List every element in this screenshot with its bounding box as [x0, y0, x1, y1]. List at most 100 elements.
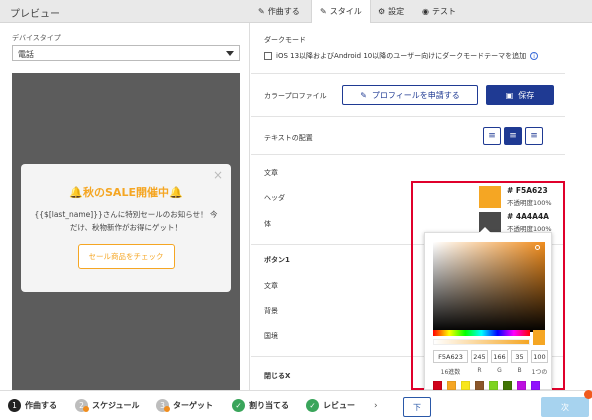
device-type-value: 電話	[18, 50, 34, 59]
step-label: スケジュール	[92, 401, 140, 410]
palette-swatch[interactable]	[461, 381, 470, 390]
button-border-label: 国境	[264, 332, 278, 340]
info-icon[interactable]: i	[530, 52, 539, 60]
popup-body: {{$[last_name]}}さんに特別セールのお知らせ！ 今だけ、秋物新作が…	[34, 210, 218, 232]
tab-test[interactable]: ◉ テスト	[414, 0, 464, 23]
pencil-icon: ✎	[320, 7, 327, 16]
step-target[interactable]: 3 ターゲット	[156, 399, 213, 412]
warning-icon	[164, 406, 170, 412]
palette-swatch[interactable]	[433, 381, 442, 390]
palette-swatch[interactable]	[489, 381, 498, 390]
device-type-label: デバイスタイプ	[12, 34, 61, 42]
button-label: 保存	[518, 90, 535, 100]
check-icon: ✓	[232, 399, 245, 412]
tab-label: 設定	[388, 7, 405, 16]
a-label: 1つの	[531, 369, 548, 376]
top-bar: プレビュー ✎ 作曲する ✎ スタイル ⚙ 設定 ◉ テスト	[0, 0, 592, 23]
palette-swatch[interactable]	[517, 381, 526, 390]
warning-icon	[83, 406, 89, 412]
tab-label: 作曲する	[267, 7, 300, 16]
next-button[interactable]: 次	[541, 390, 592, 417]
picker-arrow	[479, 227, 491, 233]
step-label: 割り当てる	[249, 401, 289, 410]
text-alignment-label: テキストの配置	[264, 134, 313, 142]
color-preview-chip	[533, 330, 545, 345]
dark-mode-checkbox-label: iOS 13以降およびAndroid 10以降のユーザー向けにダークモードテーマ…	[276, 52, 527, 60]
g-input[interactable]: 166	[491, 350, 508, 363]
r-input[interactable]: 245	[471, 350, 488, 363]
tab-label: スタイル	[329, 7, 362, 16]
pencil-icon: ✎	[258, 7, 265, 16]
text-section-label: 文章	[264, 169, 278, 177]
close-icon[interactable]: ×	[213, 168, 223, 182]
tab-compose[interactable]: ✎ 作曲する	[250, 0, 308, 23]
text-alignment-group: ≡ ≡ ≡	[483, 127, 543, 145]
divider	[251, 116, 565, 117]
step-assign[interactable]: ✓ 割り当てる	[232, 399, 289, 412]
button-label: プロフィールを申請する	[371, 90, 460, 100]
gear-icon: ⚙	[378, 7, 386, 16]
b-label: B	[517, 367, 522, 374]
step-review[interactable]: ✓ レビュー	[306, 399, 355, 412]
step-label: 作曲する	[25, 401, 57, 410]
dark-mode-label: ダークモード	[264, 36, 306, 44]
divider	[251, 73, 565, 74]
picker-inputs: F5A623 245 166 35 100	[433, 350, 548, 363]
palette-swatch[interactable]	[475, 381, 484, 390]
save-icon: ▣	[505, 90, 514, 100]
tab-settings[interactable]: ⚙ 設定	[370, 0, 412, 23]
check-icon: ✓	[306, 399, 319, 412]
prev-button[interactable]: 下	[403, 397, 431, 417]
step-compose[interactable]: 1 作曲する	[8, 399, 57, 412]
step-label: ターゲット	[173, 401, 213, 410]
step-number: 2	[75, 399, 89, 412]
palette-swatch[interactable]	[447, 381, 456, 390]
tab-style[interactable]: ✎ スタイル	[311, 0, 371, 23]
divider	[251, 154, 565, 155]
picker-input-labels: 16進数 R G B 1つの	[433, 367, 548, 376]
chevron-right-icon: ›	[374, 401, 378, 411]
b-input[interactable]: 35	[511, 350, 528, 363]
popup-title: 🔔秋のSALE開催中🔔	[69, 186, 183, 199]
dark-mode-checkbox[interactable]	[264, 52, 272, 60]
align-center-button[interactable]: ≡	[504, 127, 522, 145]
color-picker[interactable]: F5A623 245 166 35 100 16進数 R G B 1つの	[424, 227, 552, 403]
close-x-label: 閉じるX	[264, 372, 291, 380]
align-right-button[interactable]: ≡	[525, 127, 543, 145]
color-profile-label: カラープロファイル	[264, 92, 327, 100]
button-text-label: 文章	[264, 282, 278, 290]
device-type-select[interactable]: 電話	[12, 45, 240, 61]
align-left-button[interactable]: ≡	[483, 127, 501, 145]
hex-input[interactable]: F5A623	[433, 350, 468, 363]
a-input[interactable]: 100	[531, 350, 548, 363]
hex-label: 16進数	[440, 369, 461, 376]
chevron-down-icon	[226, 51, 234, 56]
pencil-icon: ✎	[360, 90, 367, 100]
popup-preview: × 🔔秋のSALE開催中🔔 {{$[last_name]}}さんに特別セールのお…	[21, 164, 231, 292]
body-color-label: 体	[264, 220, 271, 228]
footer-stepper: 1 作曲する 2 スケジュール 3 ターゲット ✓ 割り当てる ✓ レビュー ›…	[0, 390, 592, 420]
palette-swatch[interactable]	[503, 381, 512, 390]
saturation-handle[interactable]	[535, 245, 540, 250]
eye-icon: ◉	[422, 7, 429, 16]
step-number: 1	[8, 399, 21, 412]
alpha-slider[interactable]	[433, 339, 530, 345]
r-label: R	[477, 367, 482, 374]
palette-swatch[interactable]	[531, 381, 540, 390]
tab-label: テスト	[431, 7, 456, 16]
request-profile-button[interactable]: ✎ プロフィールを申請する	[342, 85, 478, 105]
button-background-label: 背景	[264, 307, 278, 315]
preview-title: プレビュー	[10, 9, 60, 20]
step-label: レビュー	[323, 401, 355, 410]
step-schedule[interactable]: 2 スケジュール	[75, 399, 139, 412]
notification-badge	[584, 390, 592, 399]
save-button[interactable]: ▣ 保存	[486, 85, 554, 105]
saturation-area[interactable]	[433, 242, 545, 332]
popup-cta-button[interactable]: セール商品をチェック	[77, 244, 175, 269]
button-section-label: ボタン1	[264, 256, 290, 264]
hue-slider[interactable]	[433, 330, 530, 336]
step-number: 3	[156, 399, 170, 412]
button-label: 次	[561, 402, 569, 412]
dark-mode-option[interactable]: iOS 13以降およびAndroid 10以降のユーザー向けにダークモードテーマ…	[264, 51, 539, 61]
g-label: G	[497, 367, 502, 374]
